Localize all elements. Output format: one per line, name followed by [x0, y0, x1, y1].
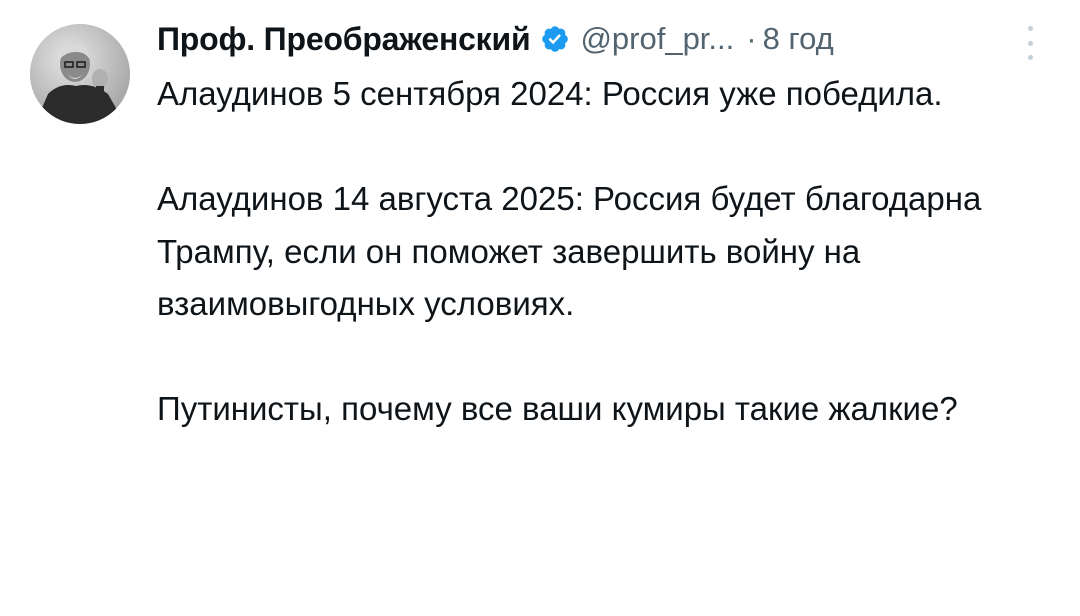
author-handle[interactable]: @prof_pr... [580, 21, 734, 57]
more-vertical-icon[interactable] [1020, 26, 1040, 60]
separator-dot: · [746, 21, 757, 56]
avatar-photo [30, 24, 130, 124]
tweet-header: Проф. Преображенский @prof_pr... · 8 год [157, 14, 834, 64]
tweet-paragraph: Путинисты, почему все ваши кумиры такие … [157, 390, 958, 427]
author-display-name[interactable]: Проф. Преображенский [157, 21, 531, 58]
tweet-timestamp[interactable]: 8 год [763, 21, 834, 57]
tweet-paragraph: Алаудинов 5 сентября 2024: Россия уже по… [157, 75, 943, 112]
avatar[interactable] [30, 24, 130, 124]
tweet-paragraph: Алаудинов 14 августа 2025: Россия будет … [157, 180, 982, 322]
verified-badge-icon [540, 24, 570, 54]
tweet-text: Алаудинов 5 сентября 2024: Россия уже по… [157, 68, 1057, 436]
tweet: Проф. Преображенский @prof_pr... · 8 год… [0, 0, 1080, 616]
